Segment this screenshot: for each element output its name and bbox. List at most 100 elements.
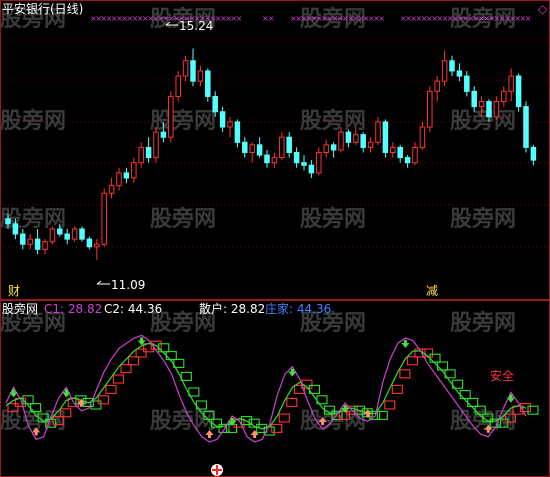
indicator-dealer: 庄家: 44.36	[265, 301, 331, 316]
purple-x-marker: ×	[236, 14, 243, 23]
candle-body-up	[168, 95, 174, 138]
watermark: 股旁网	[300, 206, 366, 232]
candle	[523, 101, 529, 153]
candle-body-down	[286, 136, 292, 153]
watermark: 股旁网	[0, 108, 66, 134]
candle-body-up	[271, 157, 278, 164]
candle-body-down	[449, 60, 455, 72]
signal-jian: 减	[426, 284, 438, 298]
candle-body-up	[279, 136, 285, 159]
candle-body-up	[249, 144, 255, 154]
low-price-label: 11.09	[111, 278, 145, 292]
candle-body-down	[523, 106, 529, 148]
candle-body-up	[175, 75, 181, 97]
watermark: 股旁网	[450, 206, 516, 232]
candle-body-down	[464, 75, 470, 92]
watermark: 股旁网	[150, 108, 216, 134]
candle-body-up	[49, 228, 56, 243]
candle-body-down	[34, 238, 41, 250]
candle-body-down	[57, 228, 63, 235]
watermark: 股旁网	[150, 206, 216, 232]
candle-body-up	[353, 134, 359, 143]
watermark: 股旁网	[450, 108, 516, 134]
candle-body-down	[515, 75, 522, 108]
candle-body-up	[182, 60, 189, 77]
candle-body-down	[382, 121, 389, 154]
stock-chart: 股旁网 股旁网 股旁网 股旁网 股旁网 股旁网 股旁网 股旁网 股旁网 股旁网 …	[0, 0, 550, 477]
candle-body-down	[308, 164, 315, 174]
candle-body-up	[441, 60, 448, 82]
candle-body-down	[212, 95, 218, 113]
indicator-c2: C2: 44.36	[104, 302, 162, 316]
candle-body-up	[316, 152, 322, 174]
candle-body-down	[5, 218, 11, 225]
candle-body-down	[397, 146, 403, 159]
candle	[71, 226, 78, 242]
indicator-name: 股旁网	[2, 301, 38, 316]
candle-body-up	[493, 101, 500, 118]
safe-zone-label: 安全	[490, 368, 514, 383]
candle-body-down	[404, 157, 411, 164]
candle-body-down	[219, 111, 226, 128]
candle-body-down	[64, 233, 70, 240]
candle-body-up	[478, 101, 485, 108]
candle-body-up	[501, 90, 507, 103]
purple-x-marker: ×	[525, 14, 532, 23]
candle	[49, 226, 56, 245]
signal-cai: 财	[8, 284, 20, 298]
purple-x-markers: ××××××××××××××××××××××××××××× × × ×××××××××…	[90, 14, 532, 23]
candle-body-up	[412, 146, 418, 164]
candle-body-up	[27, 238, 33, 245]
candle-body-down	[301, 162, 307, 166]
candle-body-up	[138, 146, 144, 164]
candle-body-up	[508, 75, 514, 92]
candle-body-up	[434, 80, 440, 92]
candle-body-down	[12, 223, 19, 235]
candle	[515, 73, 522, 112]
candle-body-up	[153, 131, 159, 159]
candle-body-down	[20, 233, 26, 245]
candle-body-down	[86, 238, 93, 248]
candle-body-down	[160, 131, 167, 138]
candle-body-up	[116, 172, 122, 187]
candle-body-down	[360, 134, 366, 148]
candle-body-down	[486, 101, 492, 118]
candle-body-up	[427, 90, 433, 128]
candle-body-up	[131, 162, 137, 179]
candle-body-up	[42, 241, 48, 250]
candle-body-down	[234, 121, 241, 143]
candle-body-down	[205, 70, 211, 97]
candle-body-down	[264, 154, 270, 164]
candle-body-up	[71, 228, 78, 240]
candle	[427, 86, 433, 133]
candle-body-up	[323, 144, 329, 154]
candle-body-down	[530, 146, 537, 161]
candle-body-down	[471, 90, 477, 108]
bottom-cross-marker	[211, 464, 223, 476]
watermark: 股旁网	[450, 310, 516, 336]
candle-body-down	[190, 60, 196, 82]
chart-title: 平安银行(日线)	[2, 1, 83, 16]
purple-x-marker: ×	[268, 14, 275, 23]
purple-x-marker: ×	[378, 14, 385, 23]
candle-body-up	[390, 146, 396, 153]
candle-body-down	[123, 172, 130, 179]
candle-body-up	[338, 131, 344, 151]
top-right-diamond: ◇	[538, 2, 548, 16]
candle-body-down	[256, 144, 263, 156]
candle-body-down	[145, 146, 152, 159]
candle-body-down	[330, 144, 337, 151]
candle	[205, 68, 211, 102]
candle-body-up	[227, 121, 233, 128]
candle	[101, 188, 107, 247]
candle-body-down	[293, 152, 300, 164]
candle	[382, 119, 389, 158]
high-price-label: 15.24	[179, 19, 213, 33]
candle-body-up	[419, 126, 426, 148]
candle-body-up	[197, 70, 204, 82]
candle-body-down	[242, 141, 248, 154]
candle-body-up	[108, 185, 115, 194]
indicator-c1: C1: 28.82	[44, 302, 102, 316]
candle-body-down	[456, 70, 463, 77]
candle-body-down	[345, 131, 352, 143]
